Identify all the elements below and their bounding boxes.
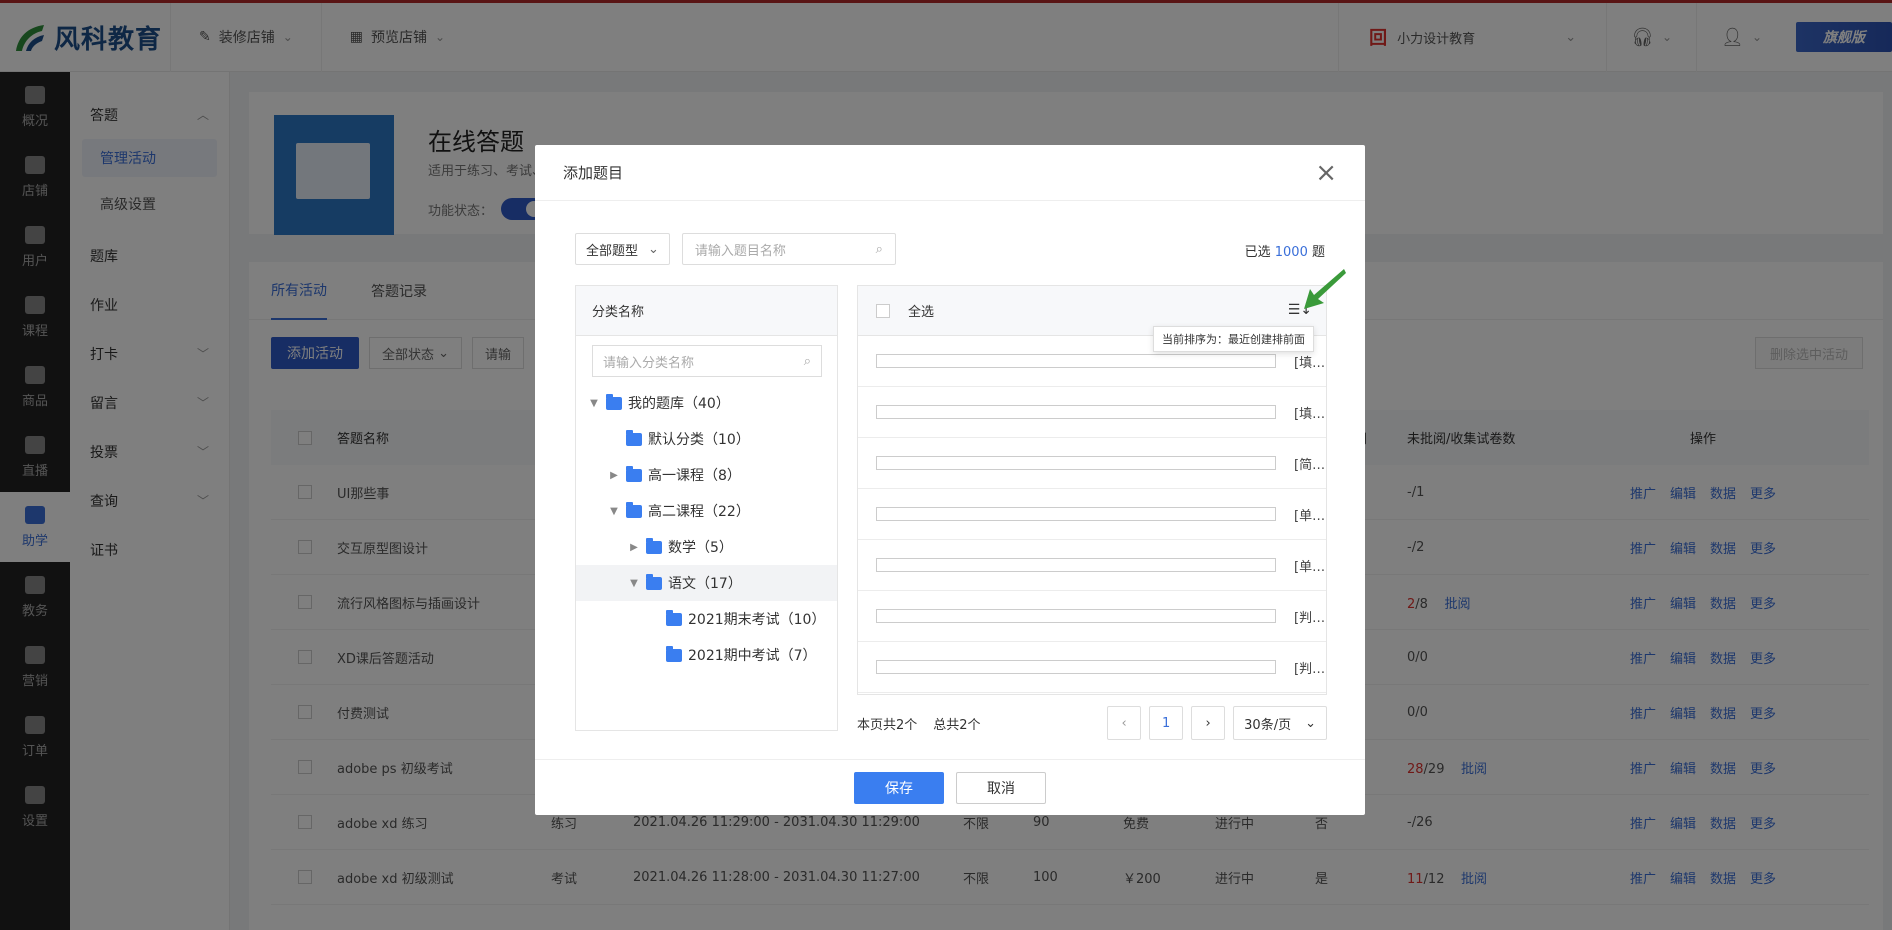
save-button[interactable]: 保存 xyxy=(854,771,944,804)
tree-node-label: 2021期中考试（7） xyxy=(688,648,817,664)
tree-node[interactable]: 默认分类（10） xyxy=(576,421,837,457)
question-checkbox[interactable] xyxy=(876,507,1276,521)
cancel-button[interactable]: 取消 xyxy=(956,771,1046,804)
caret-down-icon[interactable]: ▼ xyxy=(608,506,620,517)
page-number-button[interactable]: 1 xyxy=(1149,706,1184,740)
question-item[interactable]: [单选题] 对李清照的《如梦令》一词分析不当的是? xyxy=(858,489,1326,540)
category-panel: 分类名称 请输入分类名称 ⌕ ▼ 我的题库（40） 默认分类（10） ▶ 高一课程（8）… xyxy=(575,285,838,731)
question-type-select[interactable]: 全部题型 ⌄ xyxy=(575,233,670,265)
question-item[interactable]: [填空题] 根据《六国论》和《阿房宫赋》填写空格 xyxy=(858,387,1326,438)
add-question-dialog: 添加题目 × 全部题型 ⌄ 请输入题目名称 ⌕ 已选 1000 题 分类名称 请… xyxy=(535,145,1365,815)
question-text: [判断题] “膑至，庞涓恐其贤于己，疾之”正确吗? xyxy=(1294,661,1326,677)
category-header: 分类名称 xyxy=(576,286,837,336)
tree-node-label: 高一课程（8） xyxy=(648,468,741,484)
tree-node[interactable]: ▶ 高一课程（8） xyxy=(576,457,837,493)
question-text: [填空题] 根据《六国论》和《阿房宫赋》填写空格 xyxy=(1294,406,1326,422)
category-search-input[interactable]: 请输入分类名称 ⌕ xyxy=(592,345,822,377)
tree-node-label: 高二课程（22） xyxy=(648,504,750,520)
tree-node[interactable]: ▼ 语文（17） xyxy=(576,565,837,601)
question-checkbox[interactable] xyxy=(876,354,1276,368)
folder-icon xyxy=(666,609,682,626)
tree-node-label: 2021期末考试（10） xyxy=(688,612,826,628)
question-list-header: 全选 ☰↓ 当前排序为：最近创建排前面 xyxy=(858,286,1326,352)
question-text: [单选题] 对李清照的《如梦令》一词分析不当的是? xyxy=(1294,508,1326,524)
page-info: 本页共2个 xyxy=(857,717,918,733)
question-text: [简答题] 描述下列对白居易《琵琶行》描绘的形象的分析中不正确的是？ xyxy=(1294,457,1326,473)
total-info: 总共2个 xyxy=(933,717,981,733)
caret-right-icon[interactable]: ▶ xyxy=(628,542,640,553)
caret-right-icon[interactable]: ▶ xyxy=(608,470,620,481)
tree-node[interactable]: ▼ 高二课程（22） xyxy=(576,493,837,529)
select-all-questions-checkbox[interactable] xyxy=(876,303,890,318)
question-checkbox[interactable] xyxy=(876,456,1276,470)
question-item[interactable]: [判断题] “膑至，庞涓恐其贤于己，疾之”正确吗? xyxy=(858,642,1326,693)
close-icon[interactable]: × xyxy=(1315,160,1337,186)
chevron-down-icon: ⌄ xyxy=(648,241,659,257)
annotation-arrow-icon xyxy=(1304,269,1346,309)
question-text: [填空题] 分析对“独立寒秋，湘江北去，橘子洲头”分析不正确的是？ xyxy=(1294,355,1326,371)
dialog-title: 添加题目 xyxy=(563,164,624,182)
tree-node[interactable]: ▼ 我的题库（40） xyxy=(576,385,837,421)
question-checkbox[interactable] xyxy=(876,405,1276,419)
caret-down-icon[interactable]: ▼ xyxy=(628,578,640,589)
tree-node[interactable]: 2021期末考试（10） xyxy=(576,601,837,637)
tree-node[interactable]: 2021期中考试（7） xyxy=(576,637,837,673)
chevron-down-icon: ⌄ xyxy=(1305,715,1316,731)
sort-tooltip: 当前排序为：最近创建排前面 xyxy=(1153,326,1314,352)
question-checkbox[interactable] xyxy=(876,558,1276,572)
question-checkbox[interactable] xyxy=(876,660,1276,674)
tree-node-label: 数学（5） xyxy=(668,540,733,556)
folder-icon xyxy=(606,393,622,410)
question-item[interactable]: [单选题] 对《沁园春长沙》一词内容的理解有误的是? xyxy=(858,540,1326,591)
per-page-select[interactable]: 30条/页 ⌄ xyxy=(1233,706,1327,740)
tree-node-label: 语文（17） xyxy=(668,576,742,592)
pagination: 本页共2个 总共2个 ‹ 1 › 30条/页 ⌄ xyxy=(857,705,1327,741)
folder-icon xyxy=(626,465,642,482)
question-checkbox[interactable] xyxy=(876,609,1276,623)
selected-count: 已选 1000 题 xyxy=(1244,245,1325,260)
folder-icon xyxy=(666,645,682,662)
question-list: 全选 ☰↓ 当前排序为：最近创建排前面 [填空题] 分析对“独立寒秋，湘江北去，… xyxy=(857,285,1327,695)
caret-down-icon[interactable]: ▼ xyxy=(588,398,600,409)
folder-icon xyxy=(646,573,662,590)
search-icon: ⌕ xyxy=(875,241,883,257)
tree-node-label: 我的题库（40） xyxy=(628,396,730,412)
folder-icon xyxy=(626,501,642,518)
question-search-input[interactable]: 请输入题目名称 ⌕ xyxy=(681,233,896,265)
tree-node-label: 默认分类（10） xyxy=(648,432,750,448)
question-text: [判断题] “群臣侍殿上者，不得持尺寸之兵”正确吗? xyxy=(1294,610,1326,626)
question-text: [单选题] 对《沁园春长沙》一词内容的理解有误的是? xyxy=(1294,559,1326,575)
category-tree: ▼ 我的题库（40） 默认分类（10） ▶ 高一课程（8） ▼ 高二课程（22） ▶ 数学（5）… xyxy=(576,385,837,673)
search-icon: ⌕ xyxy=(803,353,811,369)
folder-icon xyxy=(626,429,642,446)
folder-icon xyxy=(646,537,662,554)
next-page-button[interactable]: › xyxy=(1191,706,1226,740)
tree-node[interactable]: ▶ 数学（5） xyxy=(576,529,837,565)
question-item[interactable]: [判断题] “群臣侍殿上者，不得持尺寸之兵”正确吗? xyxy=(858,591,1326,642)
question-item[interactable]: [简答题] 描述下列对白居易《琵琶行》描绘的形象的分析中不正确的是？ xyxy=(858,438,1326,489)
prev-page-button[interactable]: ‹ xyxy=(1107,706,1142,740)
